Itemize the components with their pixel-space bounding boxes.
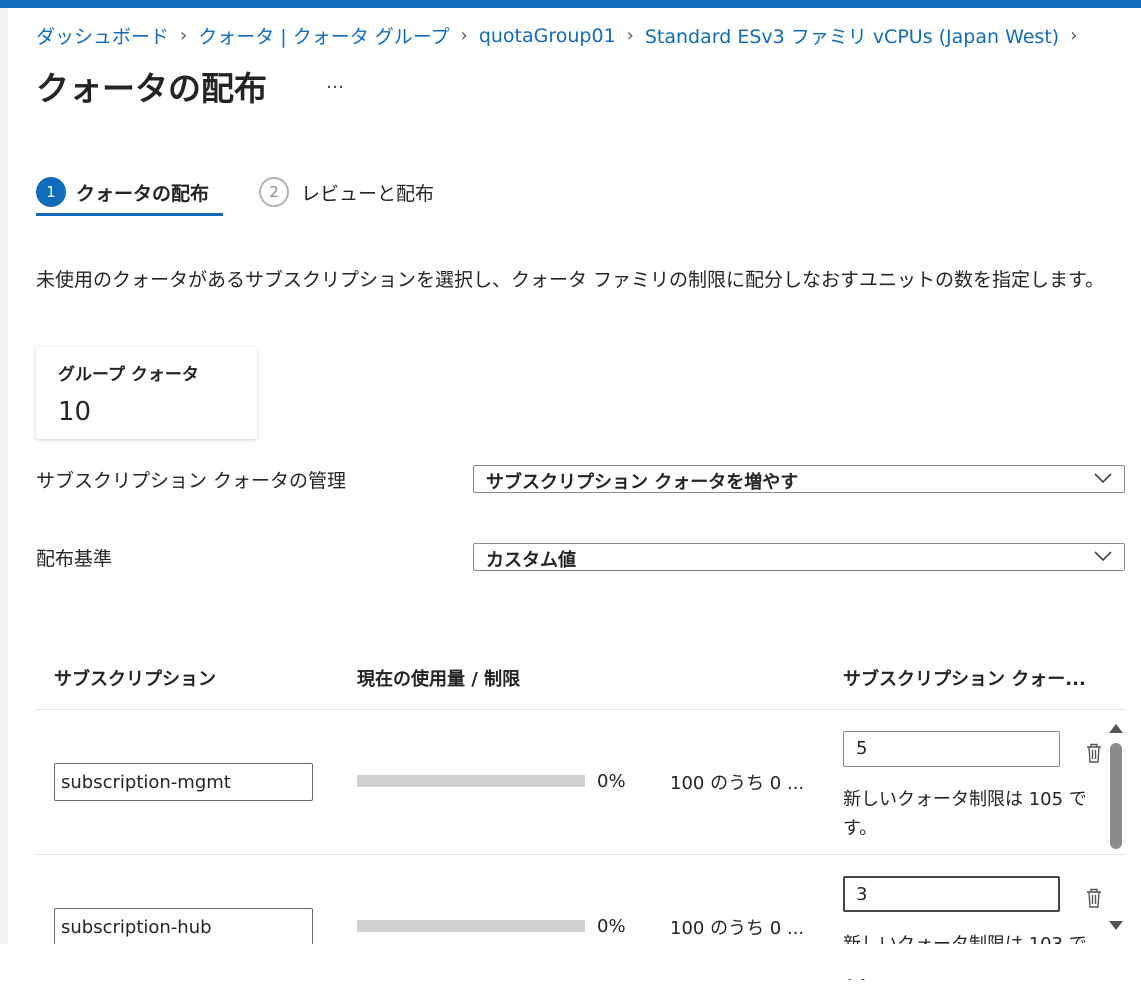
- step-label: クォータの配布: [76, 182, 210, 205]
- chevron-down-icon: [1094, 551, 1112, 562]
- usage-progress-bar: [357, 920, 585, 932]
- chevron-right-icon: ›: [626, 25, 634, 46]
- row-divider: [36, 854, 1126, 855]
- quota-input[interactable]: 3: [843, 876, 1060, 912]
- active-tab-indicator: [36, 213, 223, 216]
- group-quota-label: グループ クォータ: [58, 365, 199, 385]
- step-number: 1: [36, 177, 66, 207]
- column-header-usage[interactable]: 現在の使用量 / 制限: [357, 665, 520, 691]
- subscription-field[interactable]: subscription-hub: [54, 908, 313, 946]
- group-quota-card: グループ クォータ 10: [36, 347, 257, 439]
- manage-quota-value: サブスクリプション クォータを増やす: [486, 472, 799, 493]
- chevron-down-icon: [1094, 473, 1112, 484]
- distribution-basis-label: 配布基準: [36, 548, 113, 570]
- step-number: 2: [259, 177, 289, 207]
- usage-progress-bar: [357, 775, 585, 787]
- more-options-button[interactable]: …: [326, 72, 345, 93]
- breadcrumb: ダッシュボード › クォータ | クォータ グループ › quotaGroup0…: [36, 22, 1088, 49]
- usage-text: 100 のうち 0 ...: [670, 918, 805, 939]
- column-header-subscription[interactable]: サブスクリプション: [54, 665, 216, 691]
- page-title: クォータの配布: [36, 69, 267, 108]
- breadcrumb-family[interactable]: Standard ESv3 ファミリ vCPUs (Japan West): [645, 22, 1059, 49]
- subscription-field[interactable]: subscription-mgmt: [54, 763, 313, 801]
- viewport-bottom: [0, 944, 1141, 979]
- column-header-subscription-quota[interactable]: サブスクリプション クォー...: [843, 665, 1086, 691]
- usage-text: 100 のうち 0 ...: [670, 773, 805, 794]
- breadcrumb-dashboard[interactable]: ダッシュボード: [36, 22, 169, 49]
- left-edge: [0, 8, 8, 979]
- description: 未使用のクォータがあるサブスクリプションを選択し、クォータ ファミリの制限に配分…: [36, 269, 1105, 291]
- step-label: レビューと配布: [301, 182, 435, 205]
- new-limit-note: 新しいクォータ制限は 105 です。: [843, 789, 1087, 839]
- distribution-basis-dropdown[interactable]: カスタム値: [473, 543, 1125, 571]
- group-quota-value: 10: [58, 397, 92, 427]
- chevron-right-icon: ›: [460, 25, 468, 46]
- scroll-down-icon[interactable]: [1108, 920, 1124, 932]
- tab-review-distribute[interactable]: 2 レビューと配布: [259, 174, 434, 210]
- usage-percent: 0%: [597, 916, 626, 937]
- chevron-right-icon: ›: [1070, 25, 1078, 46]
- quota-input[interactable]: 5: [843, 731, 1060, 767]
- usage-percent: 0%: [597, 771, 626, 792]
- breadcrumb-quota-groups[interactable]: クォータ | クォータ グループ: [198, 22, 449, 49]
- trash-icon[interactable]: [1085, 742, 1103, 764]
- manage-quota-label: サブスクリプション クォータの管理: [36, 470, 347, 492]
- trash-icon[interactable]: [1085, 887, 1103, 909]
- breadcrumb-quota-group[interactable]: quotaGroup01: [479, 25, 616, 47]
- scroll-up-icon[interactable]: [1108, 722, 1124, 734]
- distribution-basis-value: カスタム値: [486, 550, 576, 571]
- chevron-right-icon: ›: [180, 25, 188, 46]
- manage-quota-dropdown[interactable]: サブスクリプション クォータを増やす: [473, 465, 1125, 493]
- scrollbar-thumb[interactable]: [1110, 743, 1122, 849]
- top-accent-bar: [0, 0, 1141, 8]
- tab-distribute-quota[interactable]: 1 クォータの配布: [36, 174, 209, 210]
- header-divider: [36, 709, 1126, 710]
